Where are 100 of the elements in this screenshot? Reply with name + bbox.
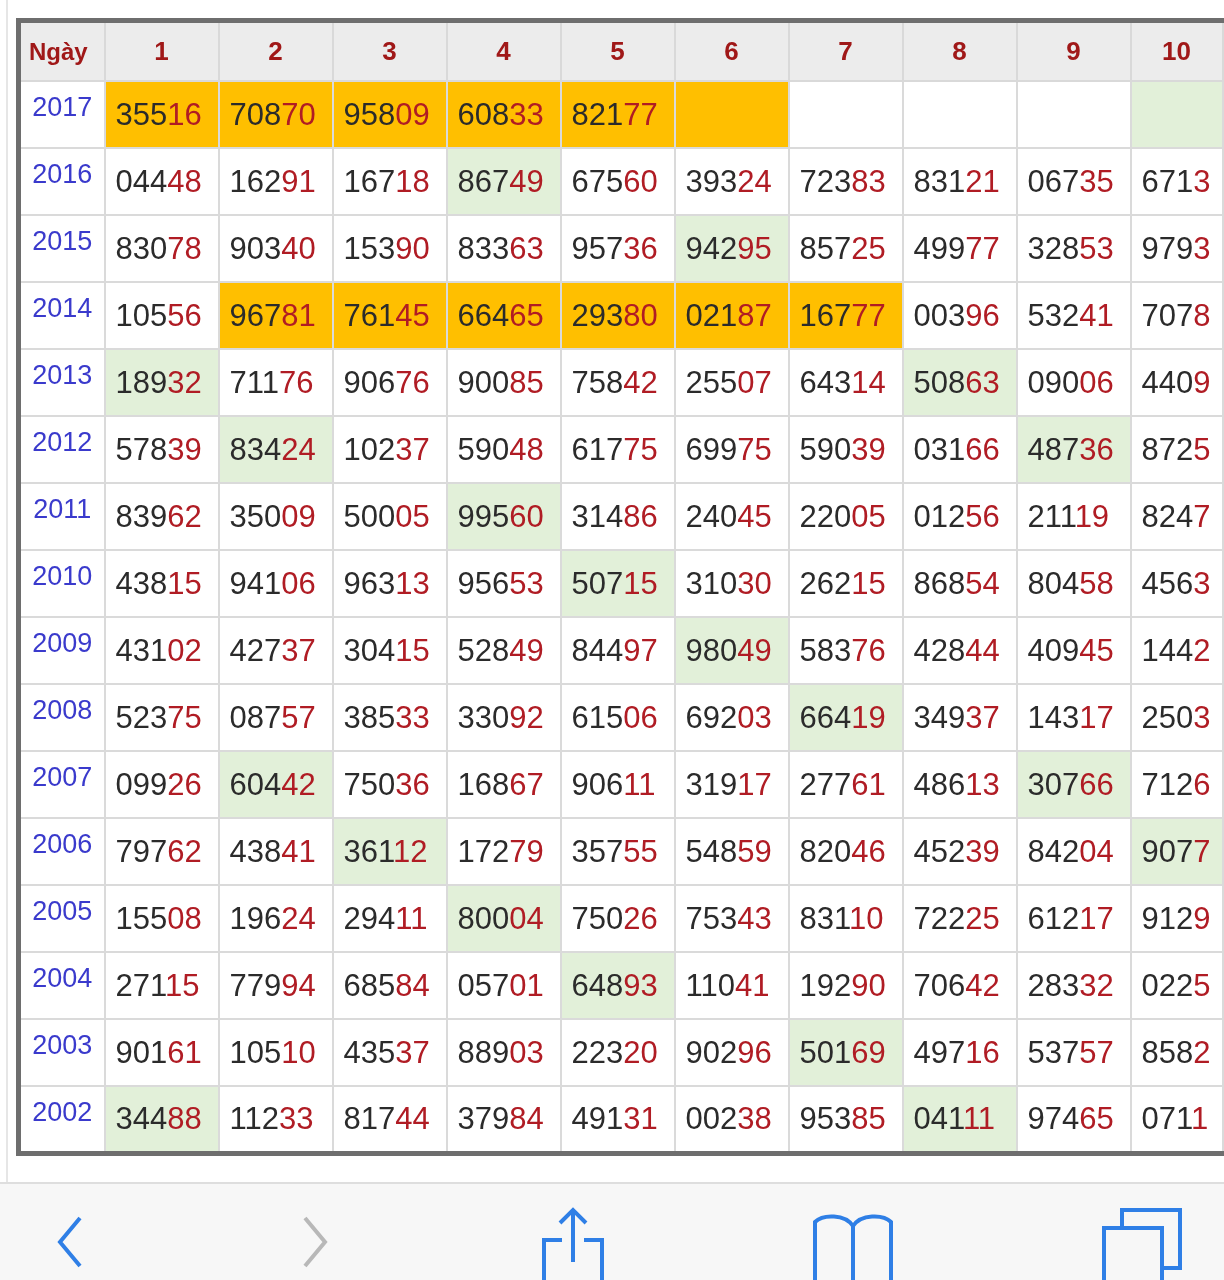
table-cell: 9793 [1130,215,1223,282]
table-cell: 43102 [104,617,219,684]
table-cell: 04111 [902,1086,1017,1153]
table-cell: 68584 [332,952,447,1019]
table-cell: 60442 [218,751,333,818]
table-cell: 42844 [902,617,1017,684]
table-cell: 2503 [1130,684,1223,751]
table-cell: 57839 [104,416,219,483]
table-cell: 10510 [218,1019,333,1086]
table-cell: 10237 [332,416,447,483]
table-cell: 84204 [1016,818,1131,885]
table-cell: 35755 [560,818,675,885]
table-cell: 09926 [104,751,219,818]
table-cell: 31030 [674,550,789,617]
table-cell: 96781 [218,282,333,349]
table-cell: 00396 [902,282,1017,349]
table-cell: 75036 [332,751,447,818]
table-cell: 83110 [788,885,903,952]
table-cell: 11233 [218,1086,333,1153]
table-cell: 82046 [788,818,903,885]
table-cell: 7078 [1130,282,1223,349]
table-cell: 37984 [446,1086,561,1153]
table-cell: 0711 [1130,1086,1223,1153]
table-cell: 48736 [1016,416,1131,483]
table-cell: 16718 [332,148,447,215]
table-cell: 30415 [332,617,447,684]
table-cell: 10556 [104,282,219,349]
table-cell: 95736 [560,215,675,282]
table-cell: 66419 [788,684,903,751]
table-cell: 69203 [674,684,789,751]
table-cell: 95809 [332,81,447,148]
table-cell: 80458 [1016,550,1131,617]
year-cell: 2002 [18,1086,105,1153]
year-cell: 2010 [18,550,105,617]
table-cell: 49131 [560,1086,675,1153]
column-header: 1 [104,20,219,81]
table-cell: 90611 [560,751,675,818]
table-cell: 52375 [104,684,219,751]
share-button[interactable] [540,1206,606,1280]
table-cell: 64314 [788,349,903,416]
table-cell: 71176 [218,349,333,416]
column-header: 3 [332,20,447,81]
table-cell: 43841 [218,818,333,885]
table-cell: 90340 [218,215,333,282]
year-cell: 2016 [18,148,105,215]
column-header: 8 [902,20,1017,81]
column-header: 5 [560,20,675,81]
table-cell: 36112 [332,818,447,885]
column-header: 7 [788,20,903,81]
table-cell: 8247 [1130,483,1223,550]
table-cell: 16291 [218,148,333,215]
table-cell: 19624 [218,885,333,952]
tabs-button[interactable] [1100,1206,1184,1280]
table-cell: 86749 [446,148,561,215]
table-cell: 01256 [902,483,1017,550]
table-cell: 97465 [1016,1086,1131,1153]
table-cell: 6713 [1130,148,1223,215]
table-cell: 43537 [332,1019,447,1086]
table-cell: 79762 [104,818,219,885]
table-cell: 34937 [902,684,1017,751]
table-cell: 66465 [446,282,561,349]
table-cell: 53241 [1016,282,1131,349]
table-cell: 90085 [446,349,561,416]
year-cell: 2017 [18,81,105,148]
table-cell: 48613 [902,751,1017,818]
table-cell: 61775 [560,416,675,483]
table-cell: 38533 [332,684,447,751]
table-cell: 16867 [446,751,561,818]
table-cell: 61217 [1016,885,1131,952]
table-cell: 15390 [332,215,447,282]
table-cell: 31486 [560,483,675,550]
year-cell: 2014 [18,282,105,349]
table-cell: 25507 [674,349,789,416]
table-cell: 22005 [788,483,903,550]
table-cell: 49716 [902,1019,1017,1086]
table-cell: 34488 [104,1086,219,1153]
table-cell: 30766 [1016,751,1131,818]
table-cell: 96313 [332,550,447,617]
table-cell: 03166 [902,416,1017,483]
table-cell: 52849 [446,617,561,684]
table-cell: 4563 [1130,550,1223,617]
column-header: 2 [218,20,333,81]
year-cell: 2007 [18,751,105,818]
table-cell: 27115 [104,952,219,1019]
table-cell: 70642 [902,952,1017,1019]
table-cell: 50863 [902,349,1017,416]
table-cell: 64893 [560,952,675,1019]
table-cell: 04448 [104,148,219,215]
table-cell: 39324 [674,148,789,215]
table-cell: 15508 [104,885,219,952]
table-cell: 50715 [560,550,675,617]
column-header: 9 [1016,20,1131,81]
table-cell: 06735 [1016,148,1131,215]
table-cell: 95653 [446,550,561,617]
table-cell: 75343 [674,885,789,952]
year-cell: 2003 [18,1019,105,1086]
table-cell: 35516 [104,81,219,148]
table-cell: 76145 [332,282,447,349]
table-cell: 72383 [788,148,903,215]
table-cell: 05701 [446,952,561,1019]
